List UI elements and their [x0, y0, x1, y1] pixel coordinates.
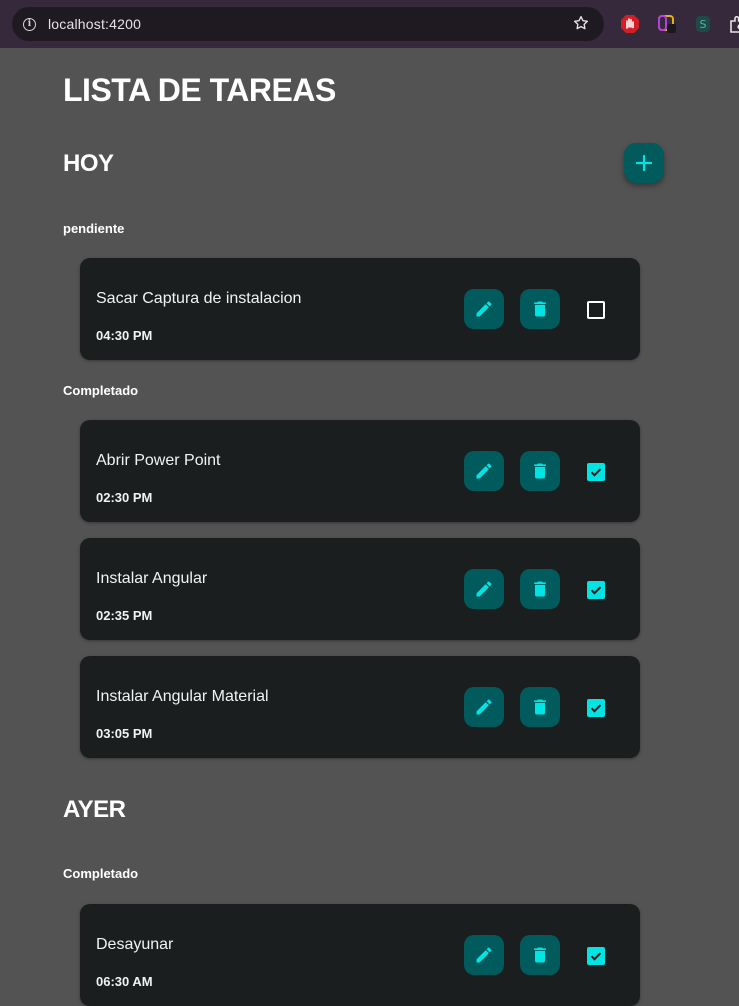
task-card: Sacar Captura de instalacion 04:30 PM: [80, 258, 640, 360]
trash-icon: [534, 301, 546, 317]
task-time: 02:35 PM: [96, 608, 153, 623]
group-label-pendiente: pendiente: [63, 221, 125, 236]
task-checkbox[interactable]: [587, 463, 605, 481]
delete-button[interactable]: [520, 935, 560, 975]
trash-icon: [534, 699, 546, 715]
edit-button[interactable]: [464, 569, 504, 609]
task-card: Desayunar 06:30 AM: [80, 904, 640, 1006]
task-checkbox[interactable]: [587, 699, 605, 717]
extension-hand-icon[interactable]: [620, 14, 640, 34]
edit-button[interactable]: [464, 451, 504, 491]
task-checkbox[interactable]: [587, 581, 605, 599]
edit-button[interactable]: [464, 687, 504, 727]
task-title: Sacar Captura de instalacion: [96, 290, 302, 307]
checkmark-icon: [590, 468, 602, 477]
pencil-icon: [476, 699, 492, 715]
page-title: LISTA DE TAREAS: [63, 72, 336, 108]
task-title: Instalar Angular: [96, 570, 208, 587]
address-bar[interactable]: i localhost:4200: [12, 7, 604, 41]
plus-icon: [635, 154, 653, 172]
group-label-completado: Completado: [63, 383, 139, 398]
browser-toolbar: i localhost:4200 S: [0, 0, 739, 48]
delete-button[interactable]: [520, 687, 560, 727]
task-time: 03:05 PM: [96, 726, 153, 741]
task-card: Instalar Angular 02:35 PM: [80, 538, 640, 640]
trash-icon: [534, 581, 546, 597]
extension-shield-icon[interactable]: S: [693, 14, 713, 34]
task-time: 06:30 AM: [96, 974, 153, 989]
pencil-icon: [476, 301, 492, 317]
trash-icon: [534, 947, 546, 963]
trash-icon: [534, 463, 546, 479]
task-title: Desayunar: [96, 936, 174, 953]
group-label-completado: Completado: [63, 866, 139, 881]
checkmark-icon: [590, 704, 602, 713]
delete-button[interactable]: [520, 569, 560, 609]
delete-button[interactable]: [520, 289, 560, 329]
svg-text:S: S: [700, 18, 707, 31]
checkmark-icon: [590, 586, 602, 595]
delete-button[interactable]: [520, 451, 560, 491]
checkmark-icon: [590, 952, 602, 961]
bookmark-star-icon[interactable]: [572, 14, 590, 32]
edit-button[interactable]: [464, 289, 504, 329]
site-info-icon[interactable]: i: [23, 17, 36, 31]
url-text[interactable]: localhost:4200: [48, 16, 141, 32]
extension-color-icon[interactable]: [657, 14, 677, 34]
task-checkbox[interactable]: [587, 301, 605, 319]
task-title: Instalar Angular Material: [96, 688, 269, 705]
task-time: 04:30 PM: [96, 328, 153, 343]
task-card: Instalar Angular Material 03:05 PM: [80, 656, 640, 758]
extensions-puzzle-icon[interactable]: [728, 14, 739, 34]
task-time: 02:30 PM: [96, 490, 153, 505]
task-checkbox[interactable]: [587, 947, 605, 965]
pencil-icon: [476, 581, 492, 597]
edit-button[interactable]: [464, 935, 504, 975]
pencil-icon: [476, 947, 492, 963]
section-title-hoy: HOY: [63, 150, 114, 177]
pencil-icon: [476, 463, 492, 479]
add-task-button[interactable]: [624, 143, 664, 183]
task-card: Abrir Power Point 02:30 PM: [80, 420, 640, 522]
task-title: Abrir Power Point: [96, 452, 221, 469]
section-title-ayer: AYER: [63, 796, 126, 823]
